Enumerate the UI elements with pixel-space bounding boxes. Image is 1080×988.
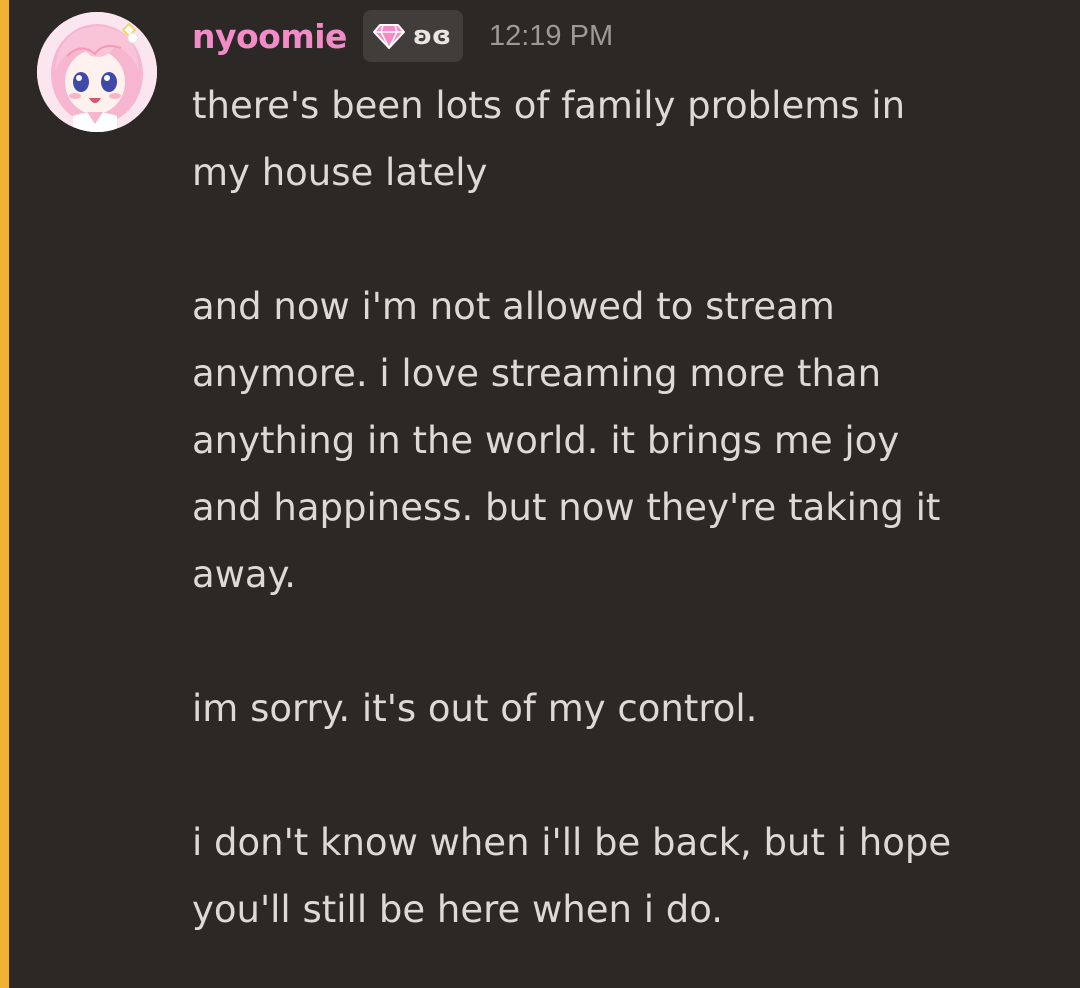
mention-highlight-bar <box>0 0 9 988</box>
message-line: anything in the world. it brings me joy <box>192 419 900 462</box>
chat-message: nyoomie ʚɞ 12:19 PM there's been lots of… <box>0 0 1080 988</box>
message-line: im sorry. it's out of my control. <box>192 687 758 730</box>
clan-tag-text: ʚɞ <box>412 21 451 51</box>
message-line: you'll still be here when i do. <box>192 888 723 931</box>
message-line: my house lately <box>192 151 488 194</box>
pink-gem-icon <box>372 24 405 49</box>
message-line: i don't know when i'll be back, but i ho… <box>192 821 952 864</box>
message-line: away. <box>192 553 296 596</box>
message-line: anymore. i love streaming more than <box>192 352 882 395</box>
message-line: and happiness. but now they're taking it <box>192 486 941 529</box>
clan-tag-badge[interactable]: ʚɞ <box>362 10 463 62</box>
username[interactable]: nyoomie <box>192 17 347 56</box>
user-avatar[interactable] <box>37 12 157 132</box>
message-timestamp[interactable]: 12:19 PM <box>489 20 613 53</box>
message-line: and now i'm not allowed to stream <box>192 285 835 328</box>
message-content: there's been lots of family problems in … <box>192 72 1052 943</box>
anime-girl-avatar-icon <box>37 12 157 132</box>
message-line: there's been lots of family problems in <box>192 84 906 127</box>
message-header: nyoomie ʚɞ 12:19 PM <box>192 8 613 64</box>
